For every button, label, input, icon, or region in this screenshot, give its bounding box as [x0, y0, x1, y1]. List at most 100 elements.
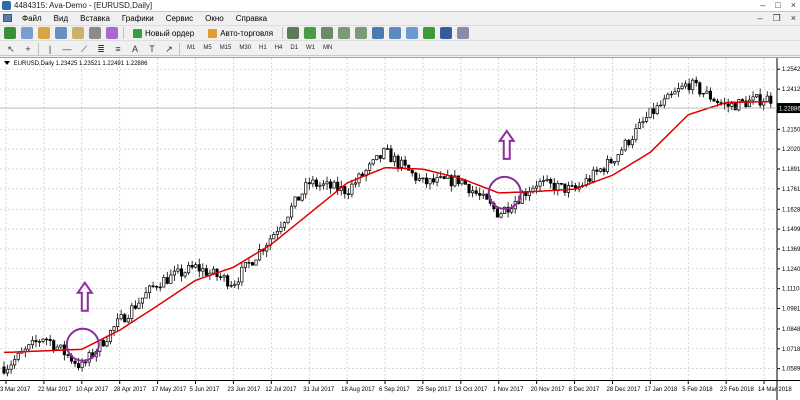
candle-body — [726, 103, 730, 107]
child-minimize-icon[interactable]: – — [758, 13, 763, 24]
candle-body — [34, 340, 38, 343]
timeframe-m5[interactable]: M5 — [200, 43, 214, 54]
cursor-icon[interactable]: ↖ — [4, 43, 18, 55]
profiles-icon[interactable] — [21, 27, 33, 39]
candle-body — [332, 181, 336, 189]
label-tool-icon[interactable]: T — [145, 43, 159, 55]
candle-body — [424, 177, 429, 185]
time-tick-label: 1 Nov 2017 — [493, 387, 524, 393]
maximize-icon[interactable]: □ — [775, 0, 780, 10]
candle-body — [226, 275, 230, 287]
timeframe-h1[interactable]: H1 — [256, 43, 270, 54]
price-chart[interactable]: 1.25420 1.24120 1.21500 1.20205 1.18910 1.176… — [0, 58, 800, 400]
candle-body — [701, 92, 705, 95]
candle-body — [368, 163, 372, 171]
close-icon[interactable]: × — [791, 0, 796, 10]
candle-body — [755, 94, 759, 98]
navigator-icon[interactable] — [72, 27, 84, 39]
candle-body — [183, 272, 187, 277]
candle-body — [644, 117, 649, 122]
candle-body — [708, 90, 713, 100]
crosshair-icon[interactable]: + — [21, 43, 35, 55]
menu-charts[interactable]: Графики — [116, 14, 160, 23]
candlestick-icon[interactable] — [304, 27, 317, 39]
market-watch-icon[interactable] — [38, 27, 50, 39]
menu-tools[interactable]: Сервис — [160, 14, 199, 23]
candle-body — [382, 148, 386, 159]
candle-body — [634, 128, 638, 140]
price-tick-label: 1.18910 — [782, 167, 800, 173]
child-close-icon[interactable]: × — [791, 13, 796, 24]
text-tool-icon[interactable]: A — [128, 43, 142, 55]
candle-body — [460, 179, 464, 185]
tile-windows-icon[interactable] — [372, 27, 385, 39]
time-tick-label: 13 Oct 2017 — [455, 387, 488, 393]
timeframe-m1[interactable]: M1 — [184, 43, 198, 54]
chart-shift-icon[interactable] — [406, 27, 419, 39]
channel-icon[interactable]: ≣ — [94, 43, 108, 55]
candle-body — [9, 364, 13, 370]
fibonacci-icon[interactable]: ≡ — [111, 43, 125, 55]
time-tick-label: 23 Feb 2018 — [720, 387, 754, 393]
new-order-button[interactable]: Новый ордер — [128, 27, 199, 40]
chart-caption-caret-icon — [4, 61, 10, 66]
menu-help[interactable]: Справка — [230, 14, 273, 23]
timeframe-m15[interactable]: M15 — [217, 43, 235, 54]
time-tick-label: 23 Jun 2017 — [227, 387, 261, 393]
candle-body — [481, 193, 485, 196]
candle-body — [222, 275, 226, 278]
menu-insert[interactable]: Вставка — [74, 14, 116, 23]
candle-body — [116, 318, 120, 328]
candle-body — [591, 169, 595, 182]
minimize-icon[interactable]: – — [760, 0, 765, 10]
arrow-tool-icon[interactable]: ↗ — [162, 43, 176, 55]
line-chart-icon[interactable] — [321, 27, 334, 39]
terminal-icon[interactable] — [89, 27, 101, 39]
moving-average-line — [4, 100, 770, 354]
timeframe-w1[interactable]: W1 — [303, 43, 318, 54]
new-chart-icon[interactable] — [4, 27, 16, 39]
candle-body — [417, 178, 421, 181]
candle-body — [300, 193, 304, 201]
zoom-out-icon[interactable] — [355, 27, 368, 39]
horizontal-line-icon[interactable]: — — [60, 43, 74, 55]
candle-body — [471, 190, 475, 194]
candle-body — [66, 354, 70, 356]
menu-window[interactable]: Окно — [199, 14, 230, 23]
menu-file[interactable]: Файл — [16, 14, 48, 23]
zoom-in-icon[interactable] — [338, 27, 351, 39]
child-restore-icon[interactable]: ❐ — [773, 13, 781, 24]
candle-body — [279, 226, 283, 232]
vertical-line-icon[interactable]: | — [43, 43, 57, 55]
chart-window[interactable]: 1.25420 1.24120 1.21500 1.20205 1.18910 1.176… — [0, 57, 800, 400]
window-controls: – □ × — [760, 0, 796, 10]
trendline-icon[interactable]: ⟋ — [77, 43, 91, 55]
time-tick-label: 18 Aug 2017 — [341, 387, 375, 393]
candle-body — [449, 175, 453, 187]
auto-scroll-icon[interactable] — [389, 27, 402, 39]
candle-body — [101, 340, 105, 347]
menu-view[interactable]: Вид — [48, 14, 74, 23]
periods-icon[interactable] — [440, 27, 453, 39]
auto-trading-button[interactable]: Авто-торговля — [203, 27, 278, 40]
standard-toolbar: Новый ордер Авто-торговля — [0, 25, 800, 41]
timeframe-mn[interactable]: MN — [320, 43, 335, 54]
timeframe-d1[interactable]: D1 — [287, 43, 301, 54]
time-tick-label: 6 Sep 2017 — [379, 387, 410, 393]
price-tick-label: 1.16285 — [782, 207, 800, 213]
candle-body — [389, 148, 393, 163]
templates-icon[interactable] — [457, 27, 470, 39]
bar-chart-icon[interactable] — [287, 27, 300, 39]
strategy-tester-icon[interactable] — [106, 27, 118, 39]
data-window-icon[interactable] — [55, 27, 67, 39]
indicators-icon[interactable] — [423, 27, 436, 39]
timeframe-h4[interactable]: H4 — [272, 43, 286, 54]
time-tick-label: 10 Apr 2017 — [76, 387, 109, 393]
candle-body — [641, 121, 645, 124]
candle-body — [595, 169, 599, 172]
timeframe-m30[interactable]: M30 — [236, 43, 254, 54]
candle-body — [400, 159, 404, 168]
candle-body — [563, 183, 567, 193]
candle-body — [290, 205, 294, 218]
chart-window-icon[interactable] — [3, 14, 12, 22]
